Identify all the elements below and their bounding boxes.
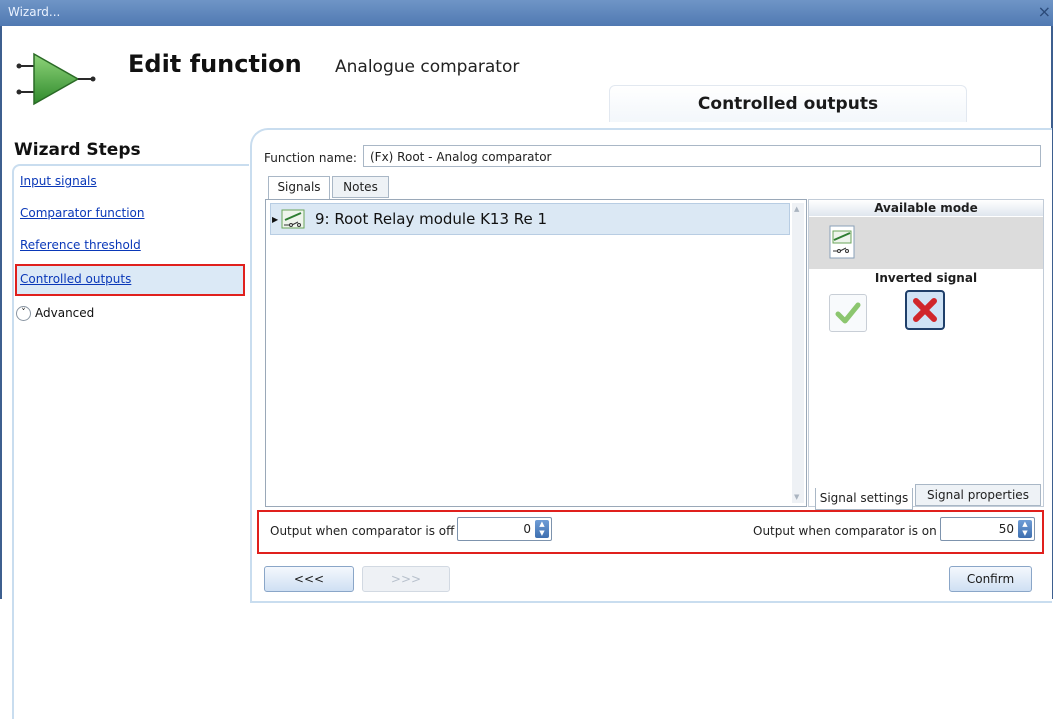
wizard-steps: Wizard Steps Input signals Comparator fu… [2, 120, 249, 719]
advanced-toggle[interactable]: ˅ Advanced [16, 306, 94, 321]
cross-icon [913, 298, 937, 322]
comparator-icon [16, 52, 96, 106]
tab-signals[interactable]: Signals [268, 176, 330, 200]
inverted-yes-button[interactable] [829, 294, 867, 332]
back-button[interactable]: <<< [264, 566, 354, 592]
tab-signal-settings[interactable]: Signal settings [815, 488, 913, 510]
tab-notes[interactable]: Notes [332, 176, 389, 198]
output-off-label: Output when comparator is off [270, 524, 455, 538]
spin-arrows-icon[interactable]: ▲ ▼ [535, 520, 549, 538]
available-mode-band [809, 217, 1043, 269]
next-button[interactable]: >>> [362, 566, 450, 592]
chevron-down-icon: ˅ [16, 306, 31, 321]
available-mode-heading: Available mode [809, 200, 1043, 216]
relay-icon [281, 209, 305, 229]
signal-label: 9: Root Relay module K13 Re 1 [315, 210, 548, 228]
row-pointer-icon: ▶ [272, 215, 279, 224]
signal-settings-panel: Available mode Inverted signal Signal se… [808, 199, 1044, 510]
output-on-stepper[interactable]: 50 ▲ ▼ [940, 517, 1035, 541]
scroll-down-icon[interactable]: ▼ [794, 493, 799, 501]
step-comparator-function[interactable]: Comparator function [20, 206, 144, 220]
output-on-value: 50 [998, 522, 1014, 536]
check-icon [835, 302, 861, 324]
wizard-steps-title: Wizard Steps [14, 140, 141, 160]
output-off-value: 0 [523, 522, 531, 536]
function-type: Analogue comparator [335, 57, 520, 77]
step-input-signals[interactable]: Input signals [20, 174, 97, 188]
list-item[interactable]: ▶ 9: Root Relay module K13 Re 1 [270, 203, 790, 235]
advanced-label: Advanced [35, 306, 95, 320]
step-reference-threshold[interactable]: Reference threshold [20, 238, 141, 252]
inverted-signal-heading: Inverted signal [874, 271, 978, 285]
current-step-tab: Controlled outputs [609, 85, 967, 122]
function-name-input[interactable]: (Fx) Root - Analog comparator [363, 145, 1041, 167]
output-off-stepper[interactable]: 0 ▲ ▼ [457, 517, 552, 541]
output-on-label: Output when comparator is on [753, 524, 937, 538]
function-name-label: Function name: [264, 151, 357, 165]
relay-mode-icon[interactable] [829, 225, 855, 259]
title-bar: Wizard... × [0, 0, 1053, 26]
header: Edit function Analogue comparator Contro… [2, 26, 1050, 122]
spin-arrows-icon[interactable]: ▲ ▼ [1018, 520, 1032, 538]
window-title: Wizard... [8, 5, 61, 19]
page-title: Edit function [128, 50, 302, 78]
list-scrollbar[interactable]: ▲ ▼ [792, 203, 804, 503]
inverted-no-button[interactable] [905, 290, 945, 330]
scroll-up-icon[interactable]: ▲ [794, 205, 799, 213]
close-icon[interactable]: × [1038, 2, 1051, 21]
step-controlled-outputs[interactable]: Controlled outputs [20, 272, 131, 286]
signals-list: ▶ 9: Root Relay module K13 Re 1 ▲ ▼ [265, 199, 807, 507]
confirm-button[interactable]: Confirm [949, 566, 1032, 592]
tab-signal-properties[interactable]: Signal properties [915, 484, 1041, 506]
